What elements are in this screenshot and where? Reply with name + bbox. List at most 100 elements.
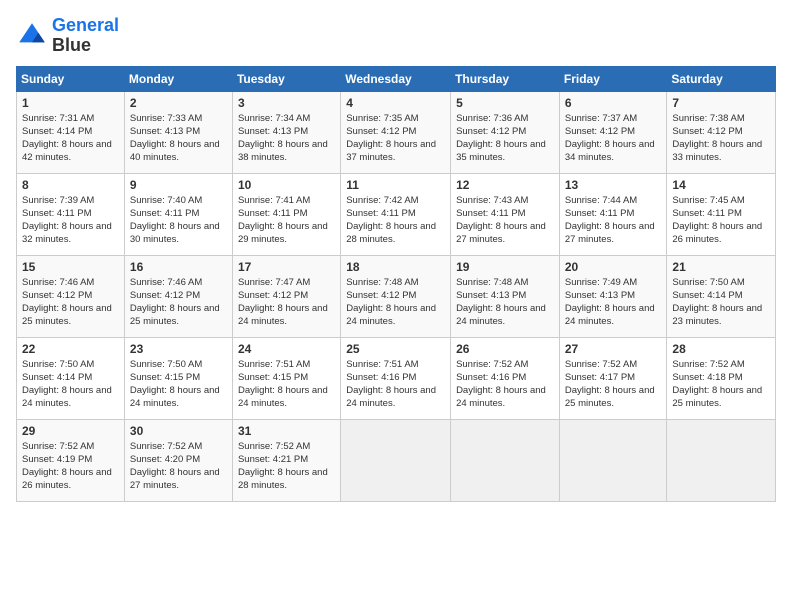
calendar-cell: 9 Sunrise: 7:40 AMSunset: 4:11 PMDayligh… [124, 173, 232, 255]
calendar-cell: 30 Sunrise: 7:52 AMSunset: 4:20 PMDaylig… [124, 419, 232, 501]
day-number: 7 [672, 96, 770, 110]
weekday-header: Wednesday [341, 66, 451, 91]
day-info: Sunrise: 7:45 AMSunset: 4:11 PMDaylight:… [672, 195, 762, 246]
calendar-cell: 15 Sunrise: 7:46 AMSunset: 4:12 PMDaylig… [17, 255, 125, 337]
calendar-cell: 23 Sunrise: 7:50 AMSunset: 4:15 PMDaylig… [124, 337, 232, 419]
day-info: Sunrise: 7:42 AMSunset: 4:11 PMDaylight:… [346, 195, 436, 246]
day-info: Sunrise: 7:50 AMSunset: 4:14 PMDaylight:… [22, 359, 112, 410]
calendar-cell: 3 Sunrise: 7:34 AMSunset: 4:13 PMDayligh… [232, 91, 340, 173]
day-number: 22 [22, 342, 119, 356]
weekday-header: Saturday [667, 66, 776, 91]
weekday-header: Monday [124, 66, 232, 91]
day-info: Sunrise: 7:34 AMSunset: 4:13 PMDaylight:… [238, 113, 328, 164]
calendar-cell: 31 Sunrise: 7:52 AMSunset: 4:21 PMDaylig… [232, 419, 340, 501]
day-info: Sunrise: 7:50 AMSunset: 4:14 PMDaylight:… [672, 277, 762, 328]
day-number: 2 [130, 96, 227, 110]
day-info: Sunrise: 7:51 AMSunset: 4:16 PMDaylight:… [346, 359, 436, 410]
calendar-week-row: 15 Sunrise: 7:46 AMSunset: 4:12 PMDaylig… [17, 255, 776, 337]
day-number: 27 [565, 342, 662, 356]
weekday-header: Tuesday [232, 66, 340, 91]
page: General Blue SundayMondayTuesdayWednesda… [0, 0, 792, 612]
day-info: Sunrise: 7:48 AMSunset: 4:12 PMDaylight:… [346, 277, 436, 328]
day-info: Sunrise: 7:52 AMSunset: 4:19 PMDaylight:… [22, 441, 112, 492]
calendar-cell: 11 Sunrise: 7:42 AMSunset: 4:11 PMDaylig… [341, 173, 451, 255]
calendar-cell: 18 Sunrise: 7:48 AMSunset: 4:12 PMDaylig… [341, 255, 451, 337]
day-number: 3 [238, 96, 335, 110]
day-info: Sunrise: 7:37 AMSunset: 4:12 PMDaylight:… [565, 113, 655, 164]
day-number: 9 [130, 178, 227, 192]
day-info: Sunrise: 7:52 AMSunset: 4:21 PMDaylight:… [238, 441, 328, 492]
calendar-week-row: 1 Sunrise: 7:31 AMSunset: 4:14 PMDayligh… [17, 91, 776, 173]
calendar-cell [341, 419, 451, 501]
day-info: Sunrise: 7:52 AMSunset: 4:16 PMDaylight:… [456, 359, 546, 410]
calendar-week-row: 29 Sunrise: 7:52 AMSunset: 4:19 PMDaylig… [17, 419, 776, 501]
calendar-cell: 12 Sunrise: 7:43 AMSunset: 4:11 PMDaylig… [451, 173, 560, 255]
day-info: Sunrise: 7:41 AMSunset: 4:11 PMDaylight:… [238, 195, 328, 246]
calendar-cell: 2 Sunrise: 7:33 AMSunset: 4:13 PMDayligh… [124, 91, 232, 173]
calendar-cell: 7 Sunrise: 7:38 AMSunset: 4:12 PMDayligh… [667, 91, 776, 173]
day-info: Sunrise: 7:31 AMSunset: 4:14 PMDaylight:… [22, 113, 112, 164]
calendar-cell: 19 Sunrise: 7:48 AMSunset: 4:13 PMDaylig… [451, 255, 560, 337]
calendar-cell: 4 Sunrise: 7:35 AMSunset: 4:12 PMDayligh… [341, 91, 451, 173]
day-number: 29 [22, 424, 119, 438]
day-info: Sunrise: 7:52 AMSunset: 4:20 PMDaylight:… [130, 441, 220, 492]
day-number: 31 [238, 424, 335, 438]
day-number: 16 [130, 260, 227, 274]
day-info: Sunrise: 7:36 AMSunset: 4:12 PMDaylight:… [456, 113, 546, 164]
day-number: 17 [238, 260, 335, 274]
calendar-cell: 14 Sunrise: 7:45 AMSunset: 4:11 PMDaylig… [667, 173, 776, 255]
day-info: Sunrise: 7:46 AMSunset: 4:12 PMDaylight:… [130, 277, 220, 328]
calendar-cell: 8 Sunrise: 7:39 AMSunset: 4:11 PMDayligh… [17, 173, 125, 255]
calendar-cell: 16 Sunrise: 7:46 AMSunset: 4:12 PMDaylig… [124, 255, 232, 337]
day-number: 12 [456, 178, 554, 192]
calendar-header-row: SundayMondayTuesdayWednesdayThursdayFrid… [17, 66, 776, 91]
logo-icon [16, 20, 48, 52]
day-info: Sunrise: 7:52 AMSunset: 4:17 PMDaylight:… [565, 359, 655, 410]
day-info: Sunrise: 7:46 AMSunset: 4:12 PMDaylight:… [22, 277, 112, 328]
day-number: 30 [130, 424, 227, 438]
calendar-cell: 24 Sunrise: 7:51 AMSunset: 4:15 PMDaylig… [232, 337, 340, 419]
day-number: 13 [565, 178, 662, 192]
weekday-header: Thursday [451, 66, 560, 91]
calendar-cell: 17 Sunrise: 7:47 AMSunset: 4:12 PMDaylig… [232, 255, 340, 337]
day-number: 28 [672, 342, 770, 356]
day-info: Sunrise: 7:48 AMSunset: 4:13 PMDaylight:… [456, 277, 546, 328]
day-number: 8 [22, 178, 119, 192]
calendar-table: SundayMondayTuesdayWednesdayThursdayFrid… [16, 66, 776, 502]
calendar-cell: 25 Sunrise: 7:51 AMSunset: 4:16 PMDaylig… [341, 337, 451, 419]
calendar-cell: 29 Sunrise: 7:52 AMSunset: 4:19 PMDaylig… [17, 419, 125, 501]
calendar-week-row: 22 Sunrise: 7:50 AMSunset: 4:14 PMDaylig… [17, 337, 776, 419]
calendar-cell: 1 Sunrise: 7:31 AMSunset: 4:14 PMDayligh… [17, 91, 125, 173]
calendar-cell: 27 Sunrise: 7:52 AMSunset: 4:17 PMDaylig… [559, 337, 667, 419]
day-number: 19 [456, 260, 554, 274]
day-info: Sunrise: 7:47 AMSunset: 4:12 PMDaylight:… [238, 277, 328, 328]
day-info: Sunrise: 7:33 AMSunset: 4:13 PMDaylight:… [130, 113, 220, 164]
day-info: Sunrise: 7:50 AMSunset: 4:15 PMDaylight:… [130, 359, 220, 410]
header: General Blue [16, 16, 776, 56]
calendar-cell: 21 Sunrise: 7:50 AMSunset: 4:14 PMDaylig… [667, 255, 776, 337]
calendar-cell: 26 Sunrise: 7:52 AMSunset: 4:16 PMDaylig… [451, 337, 560, 419]
day-info: Sunrise: 7:39 AMSunset: 4:11 PMDaylight:… [22, 195, 112, 246]
calendar-cell: 22 Sunrise: 7:50 AMSunset: 4:14 PMDaylig… [17, 337, 125, 419]
day-info: Sunrise: 7:44 AMSunset: 4:11 PMDaylight:… [565, 195, 655, 246]
calendar-cell [667, 419, 776, 501]
day-number: 1 [22, 96, 119, 110]
logo: General Blue [16, 16, 119, 56]
day-number: 24 [238, 342, 335, 356]
day-number: 21 [672, 260, 770, 274]
day-number: 5 [456, 96, 554, 110]
calendar-week-row: 8 Sunrise: 7:39 AMSunset: 4:11 PMDayligh… [17, 173, 776, 255]
day-info: Sunrise: 7:51 AMSunset: 4:15 PMDaylight:… [238, 359, 328, 410]
day-info: Sunrise: 7:40 AMSunset: 4:11 PMDaylight:… [130, 195, 220, 246]
day-info: Sunrise: 7:52 AMSunset: 4:18 PMDaylight:… [672, 359, 762, 410]
calendar-cell [559, 419, 667, 501]
weekday-header: Friday [559, 66, 667, 91]
day-number: 4 [346, 96, 445, 110]
day-number: 6 [565, 96, 662, 110]
day-number: 20 [565, 260, 662, 274]
calendar-cell: 5 Sunrise: 7:36 AMSunset: 4:12 PMDayligh… [451, 91, 560, 173]
weekday-header: Sunday [17, 66, 125, 91]
logo-text: General Blue [52, 16, 119, 56]
calendar-cell: 28 Sunrise: 7:52 AMSunset: 4:18 PMDaylig… [667, 337, 776, 419]
day-info: Sunrise: 7:35 AMSunset: 4:12 PMDaylight:… [346, 113, 436, 164]
